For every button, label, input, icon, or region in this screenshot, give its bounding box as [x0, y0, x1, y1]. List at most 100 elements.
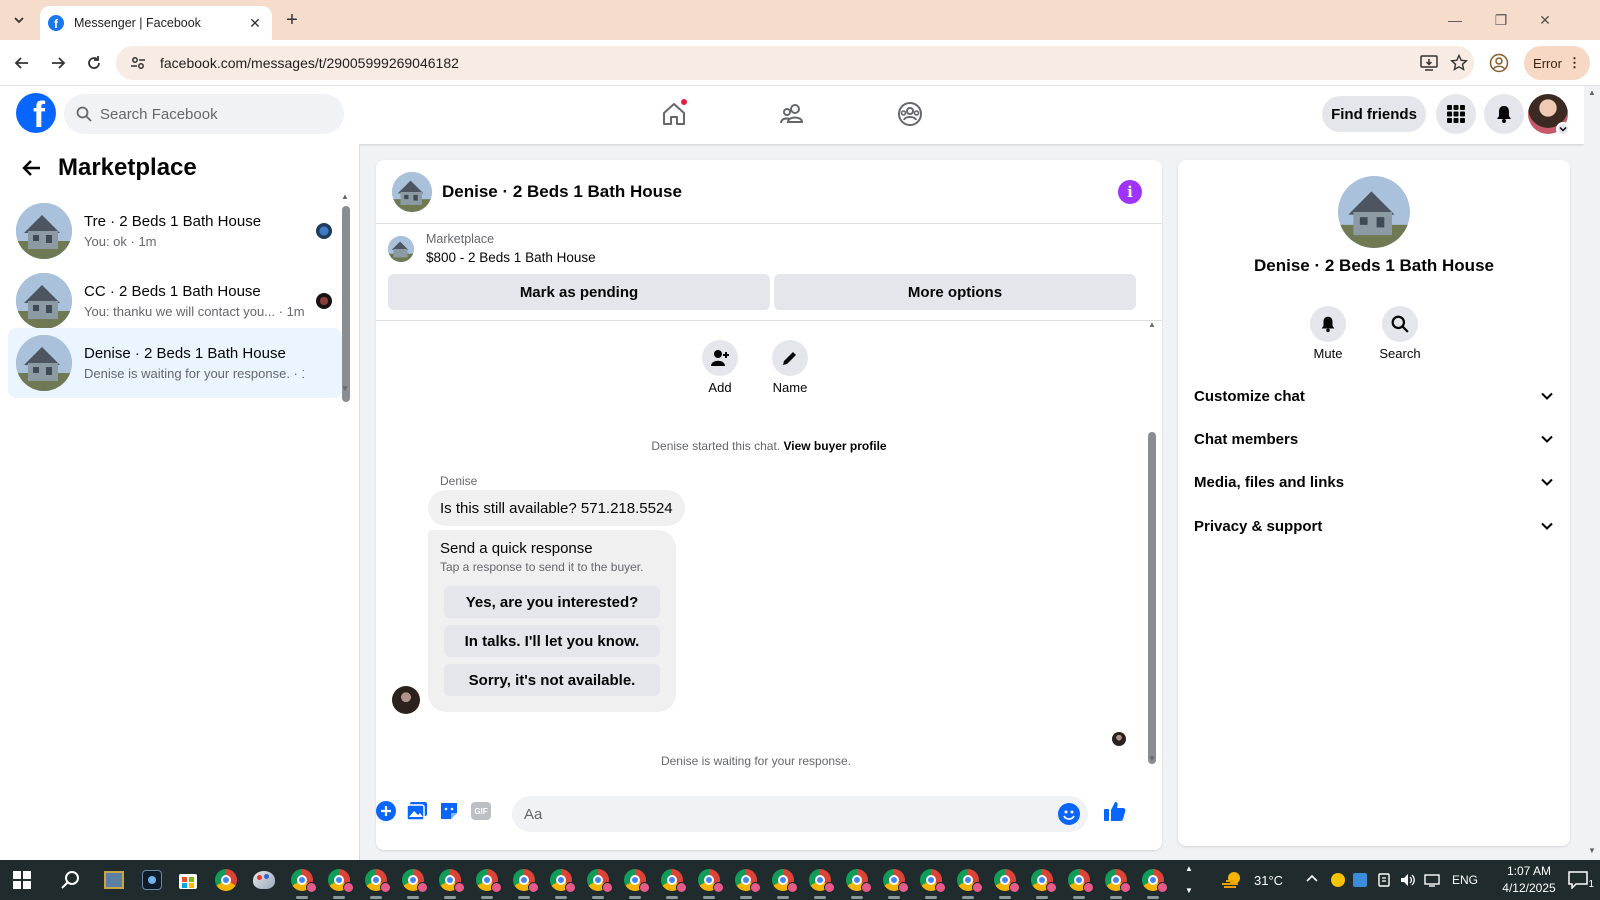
chrome-profile-icon[interactable] — [584, 866, 613, 899]
restore-icon[interactable]: ❐ — [1478, 0, 1524, 40]
groups-icon[interactable] — [892, 96, 928, 132]
chat-scroll-up-icon[interactable]: ▲ — [1148, 320, 1156, 329]
mark-as-pending-button[interactable]: Mark as pending — [388, 274, 770, 310]
chrome-profile-icon[interactable] — [806, 866, 835, 899]
taskbar-scroll-up-icon[interactable]: ▲ — [1185, 864, 1193, 873]
customize-chat-row[interactable]: Customize chat — [1194, 374, 1554, 418]
chrome-profile-icon[interactable] — [1065, 866, 1094, 899]
facebook-search-input[interactable] — [100, 105, 320, 123]
chrome-profile-icon[interactable] — [399, 866, 428, 899]
chrome-profile-icon[interactable] — [843, 866, 872, 899]
list-scroll-up-icon[interactable]: ▲ — [341, 192, 349, 201]
microsoft-store-icon[interactable] — [174, 866, 202, 894]
list-scroll-down-icon[interactable]: ▼ — [341, 384, 349, 393]
omnibox[interactable]: facebook.com/messages/t/2900599926904618… — [116, 46, 1474, 80]
new-tab-icon[interactable]: + — [280, 8, 304, 32]
edit-name-pencil-icon[interactable] — [772, 340, 808, 376]
gif-icon[interactable]: GIF — [468, 798, 494, 824]
network-icon[interactable] — [1418, 866, 1446, 894]
browser-tab[interactable]: f Messenger | Facebook ✕ — [40, 6, 272, 40]
media-files-row[interactable]: Media, files and links — [1194, 460, 1554, 504]
sticker-icon[interactable] — [436, 798, 462, 824]
url-text[interactable]: facebook.com/messages/t/2900599926904618… — [160, 55, 1414, 71]
conversation-item-active[interactable]: Denise · 2 Beds 1 Bath House Denise is w… — [8, 328, 342, 398]
error-button[interactable]: Error ⋮ — [1524, 46, 1590, 80]
conversation-item[interactable]: Tre · 2 Beds 1 Bath House You: ok · 1m — [8, 196, 342, 266]
browser-profile-icon[interactable] — [1486, 50, 1512, 76]
chrome-profile-icon[interactable] — [769, 866, 798, 899]
back-icon[interactable] — [8, 49, 36, 77]
install-app-icon[interactable] — [1414, 55, 1444, 71]
weather-temp[interactable]: 31°C — [1254, 873, 1283, 888]
chrome-icon[interactable] — [212, 866, 240, 894]
find-friends-button[interactable]: Find friends — [1322, 96, 1426, 132]
chrome-profile-icon[interactable] — [621, 866, 650, 899]
tab-search-chevron-icon[interactable] — [6, 8, 32, 32]
task-view-icon[interactable] — [100, 866, 128, 894]
mute-bell-icon[interactable] — [1310, 306, 1346, 342]
windows-start-icon[interactable] — [8, 866, 36, 894]
chrome-profile-icon[interactable] — [436, 866, 465, 899]
account-avatar[interactable] — [1528, 94, 1570, 136]
friends-icon[interactable] — [774, 96, 810, 132]
listing-summary[interactable]: Marketplace $800 - 2 Beds 1 Bath House — [388, 232, 596, 265]
taskbar-search-icon[interactable] — [56, 866, 84, 894]
more-options-button[interactable]: More options — [774, 274, 1136, 310]
chrome-profile-icon[interactable] — [325, 866, 354, 899]
notification-center-icon[interactable]: 1 — [1564, 866, 1594, 894]
clock-time[interactable]: 1:07 AM — [1497, 864, 1561, 878]
chrome-profile-icon[interactable] — [658, 866, 687, 899]
app-camera-icon[interactable] — [138, 866, 166, 894]
facebook-search[interactable] — [64, 94, 344, 134]
home-icon[interactable] — [656, 96, 692, 132]
plus-actions-icon[interactable] — [376, 798, 399, 824]
chat-scroll-down-icon[interactable]: ▼ — [1148, 754, 1156, 763]
scroll-up-icon[interactable]: ▲ — [1588, 88, 1596, 97]
chrome-profile-icon[interactable] — [288, 866, 317, 899]
chrome-profile-icon[interactable] — [917, 866, 946, 899]
chrome-profile-icon[interactable] — [473, 866, 502, 899]
bookmark-star-icon[interactable] — [1444, 54, 1474, 72]
chrome-profile-icon[interactable] — [1102, 866, 1131, 899]
show-hidden-icons-chevron[interactable] — [1306, 872, 1318, 886]
chat-house-thumbnail[interactable] — [392, 171, 432, 212]
chrome-profile-icon[interactable] — [547, 866, 576, 899]
menu-grid-icon[interactable] — [1436, 94, 1476, 134]
quick-response-sorry-button[interactable]: Sorry, it's not available. — [444, 664, 660, 696]
taskbar-scroll-down-icon[interactable]: ▼ — [1185, 886, 1193, 895]
quick-response-yes-button[interactable]: Yes, are you interested? — [444, 586, 660, 618]
page-scrollbar[interactable]: ▲ ▼ — [1584, 86, 1600, 860]
conversation-item[interactable]: CC · 2 Beds 1 Bath House You: thanku we … — [8, 266, 342, 336]
tab-close-icon[interactable]: ✕ — [246, 14, 264, 32]
chrome-profile-icon[interactable] — [1028, 866, 1057, 899]
back-arrow-icon[interactable] — [18, 154, 46, 182]
sender-avatar[interactable] — [392, 686, 420, 714]
quick-response-talks-button[interactable]: In talks. I'll let you know. — [444, 625, 660, 657]
info-icon[interactable]: i — [1118, 180, 1142, 204]
chrome-profile-icon[interactable] — [991, 866, 1020, 899]
chrome-profile-icon[interactable] — [362, 866, 391, 899]
thumbs-up-icon[interactable] — [1102, 798, 1128, 824]
view-buyer-profile-link[interactable]: View buyer profile — [783, 439, 886, 453]
photo-attach-icon[interactable] — [404, 798, 430, 824]
chat-title[interactable]: Denise · 2 Beds 1 Bath House — [442, 182, 682, 202]
message-input-box[interactable] — [512, 796, 1088, 832]
paint-app-icon[interactable] — [250, 866, 278, 894]
site-settings-icon[interactable] — [128, 55, 148, 71]
chat-members-row[interactable]: Chat members — [1194, 417, 1554, 461]
listing-photo[interactable] — [1338, 176, 1410, 248]
notifications-bell-icon[interactable] — [1484, 94, 1524, 134]
add-person-icon[interactable] — [702, 340, 738, 376]
message-input[interactable] — [524, 805, 1024, 823]
privacy-support-row[interactable]: Privacy & support — [1194, 504, 1554, 548]
input-language[interactable]: ENG — [1452, 873, 1478, 887]
chrome-profile-icon[interactable] — [732, 866, 761, 899]
forward-icon[interactable] — [44, 49, 72, 77]
facebook-logo-icon[interactable]: f — [16, 93, 56, 133]
chrome-profile-icon[interactable] — [880, 866, 909, 899]
chat-scrollbar-thumb[interactable] — [1148, 432, 1156, 764]
chrome-profile-icon[interactable] — [695, 866, 724, 899]
reload-icon[interactable] — [80, 49, 108, 77]
emoji-icon[interactable] — [1058, 803, 1080, 825]
minimize-icon[interactable]: — — [1432, 0, 1478, 40]
